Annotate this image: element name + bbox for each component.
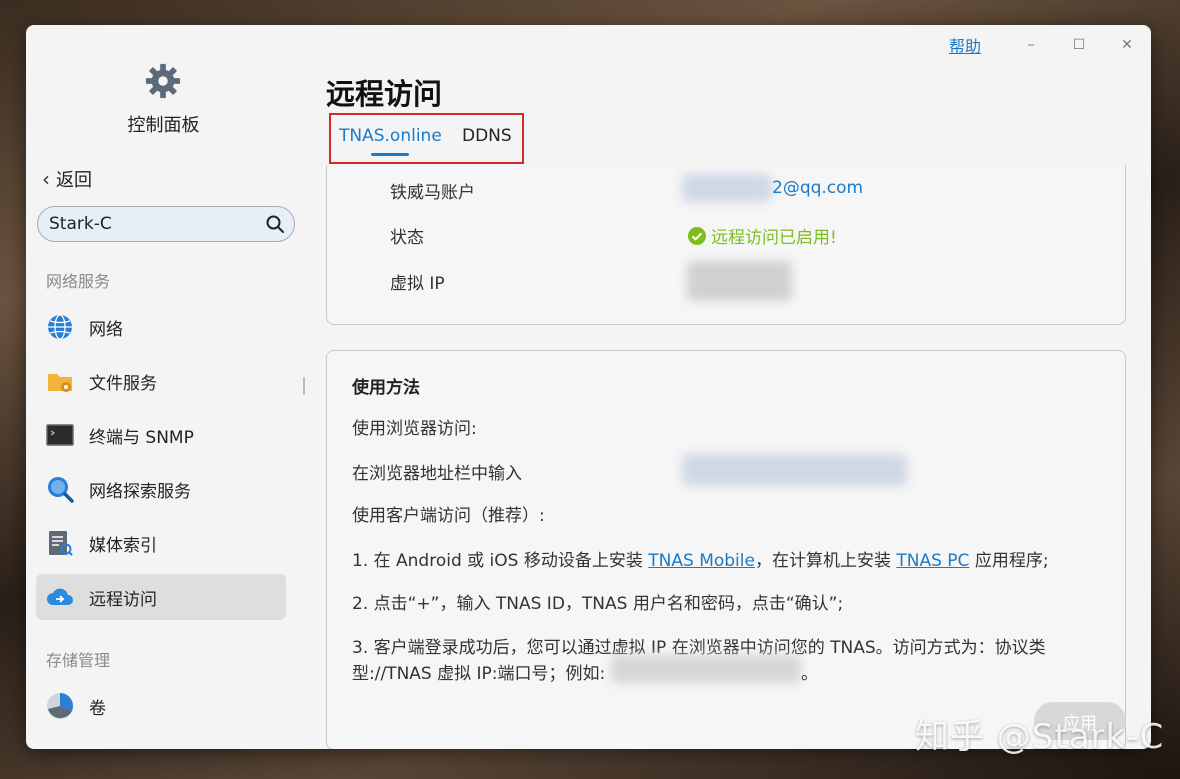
client-access-text: 使用客户端访问（推荐）: <box>352 506 545 526</box>
usage-instructions-card: 使用方法 使用浏览器访问: 在浏览器地址栏中输入 使用客户端访问（推荐）: 1.… <box>326 350 1126 749</box>
status-value: 远程访问已启用! <box>688 223 837 248</box>
sidebar-item-label: 媒体索引 <box>89 535 157 556</box>
tab-tnas-online[interactable]: TNAS.online <box>339 126 442 146</box>
sidebar: 控制面板 ‹ 返回 网络服务 网络 <box>26 25 306 749</box>
account-label: 铁威马账户 <box>390 183 475 203</box>
step-3-end: 。 <box>801 664 818 684</box>
step-1-text: 1. 在 Android 或 iOS 移动设备上安装 TNAS Mobile，在… <box>352 546 1049 571</box>
redacted-email-blur <box>682 174 772 202</box>
cloud-remote-icon <box>47 588 73 605</box>
browser-access-text: 使用浏览器访问: <box>352 419 477 439</box>
redacted-example-blur <box>611 655 801 683</box>
tab-bar: TNAS.online DDNS <box>329 113 524 164</box>
volume-pie-icon <box>47 693 73 719</box>
browser-input-text: 在浏览器地址栏中输入 <box>352 464 522 484</box>
gear-icon <box>145 63 181 99</box>
redacted-ip-blur <box>687 261 792 301</box>
maximize-button[interactable]: ☐ <box>1055 37 1103 53</box>
back-button[interactable]: ‹ 返回 <box>42 166 92 192</box>
control-panel-title: 控制面板 <box>127 115 200 136</box>
search-input[interactable] <box>38 214 248 234</box>
redacted-url-blur <box>682 454 907 486</box>
sidebar-item-label: 网络 <box>89 319 123 340</box>
sidebar-item-terminal-snmp[interactable]: 终端与 SNMP <box>36 412 286 458</box>
close-button[interactable]: ✕ <box>1103 37 1151 53</box>
page-title: 远程访问 <box>326 77 443 111</box>
search-box <box>37 206 295 242</box>
window-controls: 帮助 – ☐ ✕ <box>949 30 1151 60</box>
sidebar-item-label: 文件服务 <box>89 373 157 394</box>
sidebar-item-label: 网络探索服务 <box>89 481 191 502</box>
media-index-icon <box>49 531 73 556</box>
step-2-text: 2. 点击“+”，输入 TNAS ID，TNAS 用户名和密码，点击“确认”; <box>352 594 844 614</box>
sidebar-resize-handle[interactable] <box>303 377 305 395</box>
tab-ddns[interactable]: DDNS <box>462 126 512 146</box>
search-icon[interactable] <box>265 214 285 234</box>
globe-icon <box>48 314 72 340</box>
usage-heading: 使用方法 <box>352 378 420 398</box>
back-label: 返回 <box>56 170 92 191</box>
sidebar-item-media-index[interactable]: 媒体索引 <box>36 520 286 566</box>
tnas-pc-link[interactable]: TNAS PC <box>896 551 969 571</box>
minimize-button[interactable]: – <box>1007 37 1055 53</box>
step-1-part: 1. 在 Android 或 iOS 移动设备上安装 <box>352 551 649 571</box>
tnas-mobile-link[interactable]: TNAS Mobile <box>648 551 755 571</box>
active-tab-indicator <box>371 153 409 156</box>
status-text: 远程访问已启用! <box>711 228 837 248</box>
step-1-part: 应用程序; <box>969 551 1049 571</box>
section-storage-management: 存储管理 <box>46 651 111 670</box>
control-panel-window: 帮助 – ☐ ✕ 控制面板 ‹ 返回 Stark-C 网络服务 网络 文件服务 … <box>26 25 1151 749</box>
sidebar-item-file-services[interactable]: 文件服务 <box>36 358 286 404</box>
status-label: 状态 <box>390 228 424 248</box>
terminal-icon <box>46 424 74 446</box>
sidebar-item-network-discovery[interactable]: 网络探索服务 <box>36 466 286 512</box>
account-info-card: 铁威马账户 2@qq.com 状态 远程访问已启用! 虚拟 IP <box>326 165 1126 325</box>
step-1-part: ，在计算机上安装 <box>754 551 897 571</box>
account-value: 2@qq.com <box>772 178 864 198</box>
sidebar-item-label: 卷 <box>89 698 106 719</box>
help-link[interactable]: 帮助 <box>949 33 981 57</box>
check-circle-icon <box>688 226 706 245</box>
sidebar-item-network[interactable]: 网络 <box>36 304 286 350</box>
sidebar-item-remote-access[interactable]: 远程访问 <box>36 574 286 620</box>
sidebar-item-volume[interactable]: 卷 <box>36 683 286 729</box>
sidebar-item-label: 终端与 SNMP <box>89 427 194 448</box>
folder-gear-icon <box>48 374 72 392</box>
watermark-text: 知乎 @Stark-C <box>915 717 1165 757</box>
section-network-services: 网络服务 <box>46 272 111 291</box>
virtual-ip-label: 虚拟 IP <box>390 274 445 294</box>
chevron-left-icon: ‹ <box>42 167 50 191</box>
sidebar-item-label: 远程访问 <box>89 589 157 610</box>
search-discovery-icon <box>48 477 74 503</box>
step-3-text-line2: 型://TNAS 虚拟 IP:端口号；例如: <box>352 664 606 684</box>
